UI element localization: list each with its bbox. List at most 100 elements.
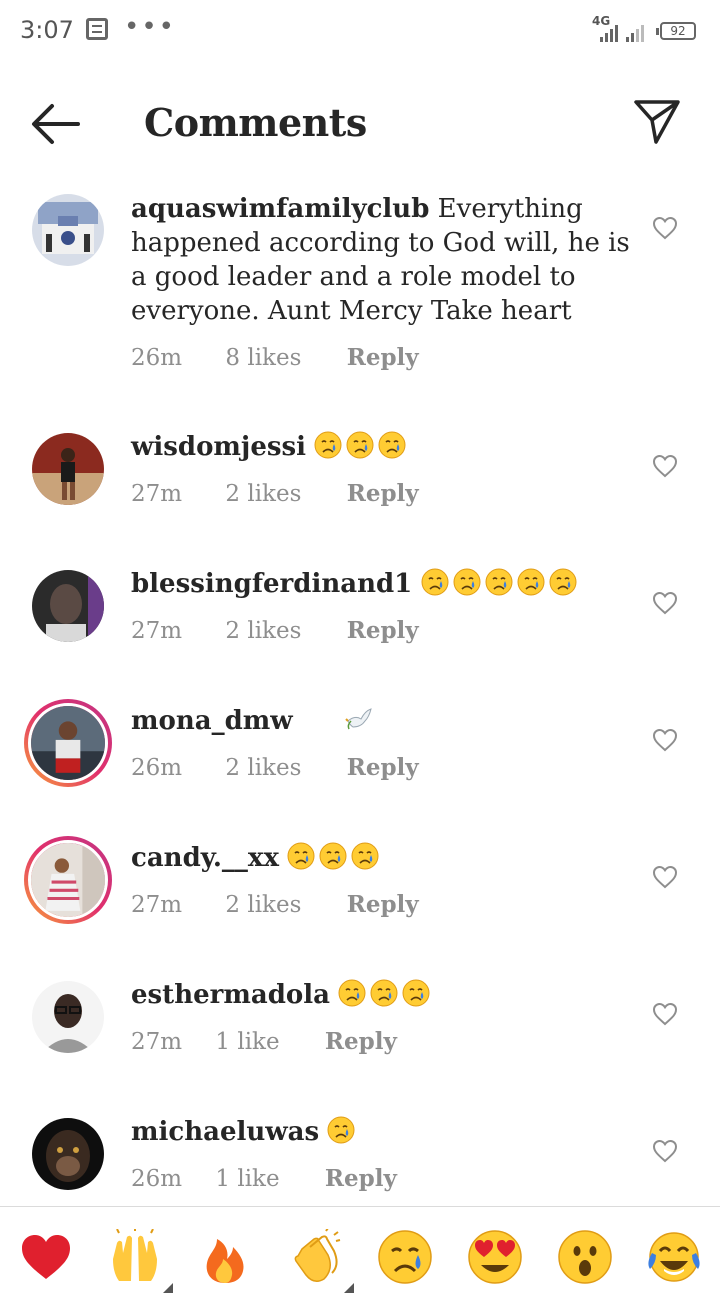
- skin-tone-indicator: [163, 1283, 173, 1293]
- comment-meta: 26m 2 likes Reply: [131, 754, 419, 781]
- comment-username[interactable]: michaeluwas: [131, 1117, 319, 1147]
- comment-username[interactable]: esthermadola: [131, 980, 330, 1010]
- comment-text: candy.__xx: [131, 841, 631, 875]
- page-title: Comments: [144, 100, 367, 145]
- comments-header: Comments: [0, 64, 720, 184]
- comment-likes[interactable]: 8 likes: [225, 345, 301, 371]
- comment-meta: 27m 2 likes Reply: [131, 480, 419, 507]
- like-heart-icon[interactable]: [652, 454, 678, 478]
- comment-likes[interactable]: 2 likes: [225, 481, 301, 507]
- crying-face-icon: [370, 979, 398, 1007]
- skin-tone-indicator: [344, 1283, 354, 1293]
- reply-button[interactable]: Reply: [325, 1028, 397, 1055]
- signal-icon: [600, 22, 618, 42]
- comment-username[interactable]: blessingferdinand1: [131, 569, 412, 599]
- comment-meta: 26m 1 like Reply: [131, 1165, 397, 1192]
- clapping-hands-reaction-icon[interactable]: [288, 1229, 354, 1293]
- reply-button[interactable]: Reply: [347, 344, 419, 371]
- comment-text: aquaswimfamilyclub Everything happened a…: [131, 192, 631, 328]
- avatar[interactable]: [32, 1118, 104, 1190]
- crying-face-icon: [319, 842, 347, 870]
- crying-face-icon: [549, 568, 577, 596]
- emoji-group: [338, 979, 434, 1010]
- comment-likes[interactable]: 2 likes: [225, 618, 301, 644]
- comment-username[interactable]: mona_dmw: [131, 706, 293, 736]
- comment-text: wisdomjessi: [131, 430, 631, 464]
- like-heart-icon[interactable]: [652, 591, 678, 615]
- battery-icon: 92: [656, 22, 696, 40]
- comment-meta: 27m 2 likes Reply: [131, 617, 419, 644]
- avatar-story-ring[interactable]: [24, 836, 112, 924]
- more-notifications-icon: •••: [124, 12, 177, 42]
- comment-meta: 27m 1 like Reply: [131, 1028, 397, 1055]
- raising-hands-reaction-icon[interactable]: [107, 1229, 173, 1293]
- tears-of-joy-reaction-icon[interactable]: [646, 1229, 702, 1285]
- avatar[interactable]: [32, 570, 104, 642]
- comment-time: 26m: [131, 755, 183, 781]
- comment-time: 27m: [131, 618, 183, 644]
- comment-meta: 27m 2 likes Reply: [131, 891, 419, 918]
- avatar: [28, 840, 108, 920]
- comment-time: 27m: [131, 1029, 183, 1055]
- reply-button[interactable]: Reply: [347, 754, 419, 781]
- comment-username[interactable]: candy.__xx: [131, 843, 279, 873]
- comment-time: 26m: [131, 1166, 183, 1192]
- crying-face-icon: [402, 979, 430, 1007]
- crying-face-icon: [485, 568, 513, 596]
- emoji-group: [287, 842, 383, 873]
- dove-icon: [345, 708, 372, 730]
- crying-face-reaction-icon[interactable]: [377, 1229, 433, 1285]
- comment-time: 27m: [131, 892, 183, 918]
- crying-face-icon: [287, 842, 315, 870]
- reply-button[interactable]: Reply: [347, 617, 419, 644]
- red-heart-reaction-icon[interactable]: [18, 1229, 74, 1285]
- emoji-group: [421, 568, 581, 599]
- crying-face-icon: [346, 431, 374, 459]
- comment-text: esthermadola: [131, 978, 631, 1012]
- comment-username[interactable]: wisdomjessi: [131, 432, 306, 462]
- like-heart-icon[interactable]: [652, 1139, 678, 1163]
- like-heart-icon[interactable]: [652, 216, 678, 240]
- status-time: 3:07: [20, 16, 74, 44]
- quick-reaction-bar: [0, 1206, 720, 1306]
- send-direct-icon[interactable]: [630, 94, 682, 146]
- comment-text: michaeluwas: [131, 1115, 631, 1149]
- comment-text: blessingferdinand1: [131, 567, 631, 601]
- crying-face-icon: [338, 979, 366, 1007]
- comment-time: 27m: [131, 481, 183, 507]
- reply-button[interactable]: Reply: [347, 891, 419, 918]
- signal-icon-2: [626, 22, 644, 42]
- news-notification-icon: [86, 18, 108, 40]
- crying-face-icon: [314, 431, 342, 459]
- avatar[interactable]: [32, 194, 104, 266]
- comment-likes[interactable]: 2 likes: [225, 755, 301, 781]
- comment-username[interactable]: aquaswimfamilyclub: [131, 194, 429, 224]
- like-heart-icon[interactable]: [652, 1002, 678, 1026]
- avatar-story-ring[interactable]: [24, 699, 112, 787]
- like-heart-icon[interactable]: [652, 865, 678, 889]
- back-arrow-icon[interactable]: [30, 102, 82, 146]
- avatar: [28, 703, 108, 783]
- comment-meta: 26m 8 likes Reply: [131, 344, 419, 371]
- crying-face-icon: [327, 1116, 355, 1144]
- comment-likes[interactable]: 1 like: [215, 1166, 279, 1192]
- emoji-group: [314, 431, 410, 462]
- comment-time: 26m: [131, 345, 183, 371]
- avatar[interactable]: [32, 433, 104, 505]
- avatar[interactable]: [32, 981, 104, 1053]
- status-bar: 3:07 ••• 4G 92: [0, 0, 720, 64]
- heart-eyes-reaction-icon[interactable]: [467, 1229, 523, 1285]
- crying-face-icon: [453, 568, 481, 596]
- astonished-face-reaction-icon[interactable]: [557, 1229, 613, 1285]
- reply-button[interactable]: Reply: [347, 480, 419, 507]
- comment-likes[interactable]: 2 likes: [225, 892, 301, 918]
- crying-face-icon: [378, 431, 406, 459]
- crying-face-icon: [517, 568, 545, 596]
- crying-face-icon: [421, 568, 449, 596]
- emoji-group: [327, 1116, 359, 1147]
- like-heart-icon[interactable]: [652, 728, 678, 752]
- fire-reaction-icon[interactable]: [197, 1229, 253, 1285]
- reply-button[interactable]: Reply: [325, 1165, 397, 1192]
- crying-face-icon: [351, 842, 379, 870]
- comment-likes[interactable]: 1 like: [215, 1029, 279, 1055]
